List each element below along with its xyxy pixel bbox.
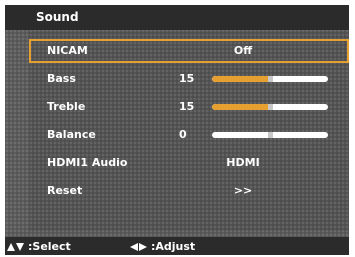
menu-item-nicam[interactable]: NICAM Off (29, 39, 349, 63)
sound-menu: Sound NICAM Off Bass 15 Treble 15 Balanc… (5, 5, 349, 255)
menu-item-bass[interactable]: Bass 15 (29, 67, 349, 91)
bass-value: 15 (179, 72, 195, 85)
menu-title: Sound (36, 10, 79, 24)
menu-item-label: Bass (47, 72, 76, 85)
select-hint: :Select (7, 240, 71, 253)
hdmi1-audio-value: HDMI (226, 156, 260, 169)
treble-slider-handle[interactable] (268, 104, 273, 110)
treble-slider-fill (212, 104, 270, 110)
menu-item-balance[interactable]: Balance 0 (29, 123, 349, 147)
menu-list: NICAM Off Bass 15 Treble 15 Balance 0 HD… (29, 31, 349, 231)
bass-slider[interactable] (212, 76, 328, 82)
footer-hints: :Select :Adjust (5, 237, 349, 255)
menu-item-label: NICAM (47, 44, 88, 57)
up-arrow-icon (7, 242, 15, 251)
menu-item-treble[interactable]: Treble 15 (29, 95, 349, 119)
menu-item-label: Reset (47, 184, 83, 197)
reset-value: >> (233, 184, 253, 197)
menu-item-hdmi1-audio[interactable]: HDMI1 Audio HDMI (29, 151, 349, 175)
menu-item-label: Balance (47, 128, 96, 141)
select-hint-label: :Select (28, 240, 71, 253)
adjust-hint-label: :Adjust (151, 240, 196, 253)
menu-item-label: Treble (47, 100, 86, 113)
treble-slider[interactable] (212, 104, 328, 110)
title-bar: Sound (5, 5, 349, 30)
bass-slider-handle[interactable] (268, 76, 273, 82)
treble-value: 15 (179, 100, 195, 113)
adjust-hint: :Adjust (130, 240, 195, 253)
bass-slider-fill (212, 76, 270, 82)
menu-item-label: HDMI1 Audio (47, 156, 128, 169)
balance-value: 0 (179, 128, 187, 141)
balance-slider[interactable] (212, 132, 328, 138)
nicam-value: Off (233, 44, 253, 57)
menu-item-reset[interactable]: Reset >> (29, 179, 349, 203)
balance-slider-handle[interactable] (268, 132, 273, 138)
left-arrow-icon (130, 242, 138, 251)
down-arrow-icon (16, 242, 24, 251)
right-arrow-icon (139, 242, 147, 251)
